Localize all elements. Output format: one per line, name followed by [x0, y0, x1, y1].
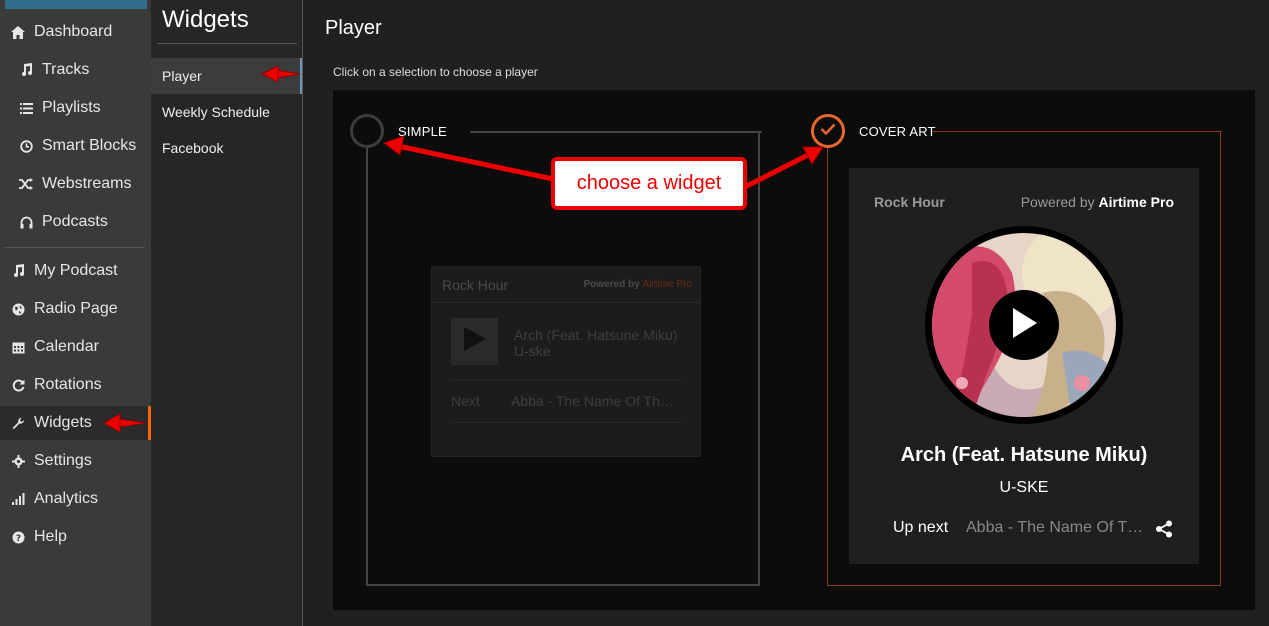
nav-item-label: Analytics [34, 490, 99, 507]
nav-item-label: Rotations [34, 376, 102, 393]
play-icon [1011, 307, 1037, 343]
cover-next-label: Up next [893, 519, 949, 536]
cover-powered-by: Powered by Airtime Pro [1021, 194, 1174, 210]
simple-powered-by: Powered by Airtime Pro [584, 279, 692, 290]
gear-icon [10, 453, 26, 469]
simple-station-name: Rock Hour [442, 276, 509, 293]
checkmark-icon [820, 122, 836, 140]
calendar-icon [10, 339, 26, 355]
instruction-text: Click on a selection to choose a player [333, 65, 538, 79]
nav-item-dashboard[interactable]: Dashboard [0, 15, 151, 49]
nav-item-radio-page[interactable]: Radio Page [0, 292, 151, 326]
nav-item-label: Webstreams [42, 175, 132, 192]
simple-track-title: Arch (Feat. Hatsune Miku) [514, 327, 678, 343]
nav-item-label: Widgets [34, 414, 92, 431]
nav-item-widgets[interactable]: Widgets [0, 406, 151, 440]
widgets-subnav: Widgets Player Weekly Schedule Facebook [151, 0, 303, 626]
simple-player-preview[interactable]: Rock Hour Powered by Airtime Pro Arch (F… [431, 266, 701, 457]
nav-item-calendar[interactable]: Calendar [0, 330, 151, 364]
nav-item-label: Smart Blocks [42, 137, 137, 154]
cover-play-button[interactable] [989, 290, 1059, 360]
svg-text:?: ? [15, 534, 20, 544]
music-note-icon [10, 263, 26, 279]
annotation-callout: choose a widget [551, 157, 747, 210]
nav-item-analytics[interactable]: Analytics [0, 482, 151, 516]
help-icon: ? [10, 529, 26, 545]
subnav-item-player[interactable]: Player [151, 58, 302, 94]
nav-top-accent [5, 0, 147, 9]
cover-next-value: Abba - The Name Of The Game [966, 519, 1146, 536]
nav-item-label: Settings [34, 452, 92, 469]
simple-divider-bottom [451, 422, 681, 423]
cover-station-name: Rock Hour [874, 194, 945, 210]
nav-item-rotations[interactable]: Rotations [0, 368, 151, 402]
clock-icon [18, 138, 34, 154]
cover-frame-top [931, 131, 1222, 132]
main-nav: Dashboard Tracks Playlists Smart Blocks … [0, 0, 151, 626]
cover-art-radio-selected[interactable] [811, 114, 845, 148]
wrench-icon [10, 415, 26, 431]
nav-item-settings[interactable]: Settings [0, 444, 151, 478]
nav-item-label: Help [34, 528, 67, 545]
simple-next-label: Next [451, 393, 480, 409]
nav-item-help[interactable]: ? Help [0, 520, 151, 554]
music-note-icon [18, 62, 34, 78]
simple-preview-header: Rock Hour Powered by Airtime Pro [432, 267, 700, 303]
nav-item-tracks[interactable]: Tracks [0, 53, 151, 87]
cover-powered-brand: Airtime Pro [1098, 194, 1174, 210]
subnav-divider [157, 43, 297, 44]
nav-item-label: Podcasts [42, 213, 108, 230]
play-icon [463, 327, 486, 356]
simple-track-artist: U-ske [514, 343, 551, 359]
nav-item-label: Calendar [34, 338, 99, 355]
simple-option-label[interactable]: SIMPLE [398, 124, 447, 139]
simple-play-button[interactable] [451, 318, 498, 365]
globe-icon [10, 301, 26, 317]
nav-item-label: Radio Page [34, 300, 118, 317]
nav-item-playlists[interactable]: Playlists [0, 91, 151, 125]
cover-track-artist: U-SKE [999, 479, 1049, 496]
simple-divider [451, 380, 681, 381]
page-title: Player [325, 17, 382, 39]
nav-item-label: Playlists [42, 99, 101, 116]
nav-item-label: My Podcast [34, 262, 118, 279]
nav-item-label: Tracks [42, 61, 90, 78]
nav-item-label: Dashboard [34, 23, 113, 40]
simple-powered-brand: Airtime Pro [642, 279, 692, 290]
nav-item-webstreams[interactable]: Webstreams [0, 167, 151, 201]
home-icon [10, 24, 26, 40]
bar-chart-icon [10, 491, 26, 507]
cover-art-option-label[interactable]: COVER ART [859, 124, 936, 139]
simple-powered-prefix: Powered by [583, 279, 640, 290]
simple-track-info: Arch (Feat. Hatsune Miku) U-ske [514, 327, 677, 359]
nav-item-podcasts[interactable]: Podcasts [0, 205, 151, 239]
subnav-item-facebook[interactable]: Facebook [151, 130, 302, 166]
share-icon[interactable] [1155, 520, 1173, 538]
cover-art-player-preview[interactable]: Rock Hour Powered by Airtime Pro Arch (F… [849, 168, 1199, 564]
shuffle-icon [18, 176, 34, 192]
subnav-item-weekly-schedule[interactable]: Weekly Schedule [151, 94, 302, 130]
subnav-title: Widgets [162, 6, 249, 33]
nav-item-my-podcast[interactable]: My Podcast [0, 254, 151, 288]
refresh-icon [10, 377, 26, 393]
nav-divider [5, 247, 145, 248]
cover-powered-prefix: Powered by [1020, 194, 1095, 210]
simple-frame-top [470, 131, 762, 133]
headphones-icon [18, 214, 34, 230]
player-selection-area: SIMPLE Rock Hour Powered by Airtime Pro … [333, 90, 1255, 610]
simple-radio[interactable] [350, 114, 384, 148]
nav-item-smart-blocks[interactable]: Smart Blocks [0, 129, 151, 163]
list-icon [18, 100, 34, 116]
simple-next-value: Abba - The Name Of The Game [511, 393, 681, 409]
cover-track-title: Arch (Feat. Hatsune Miku) [900, 444, 1148, 466]
